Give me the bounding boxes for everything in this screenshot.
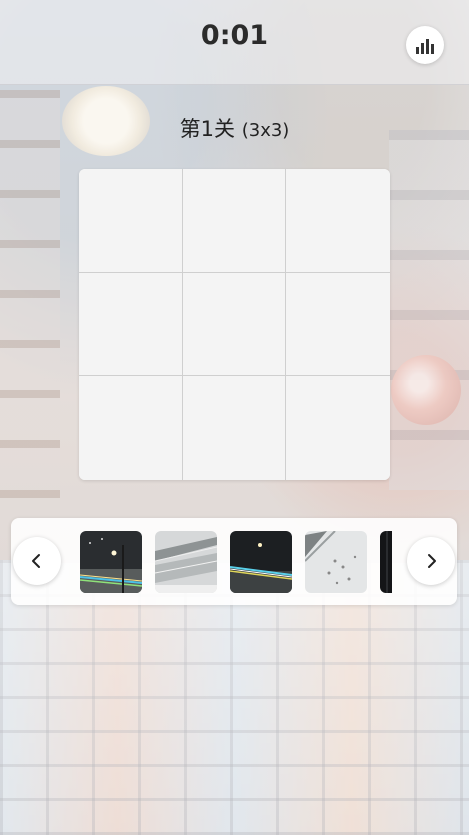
level-title: 第1关 (3x3) [0,113,469,143]
prev-button[interactable] [13,537,61,585]
puzzle-cell-2-2[interactable] [182,272,287,377]
puzzle-cell-2-1[interactable] [79,272,183,377]
puzzle-cell-3-2[interactable] [182,376,287,480]
puzzle-cell-3-3[interactable] [286,376,390,480]
snowy-road-image [155,531,217,593]
night-street-image [80,531,142,593]
thumbnail-night-traffic[interactable] [230,531,292,593]
thumbnail-snowy-footprints[interactable] [305,531,367,593]
thumbnail-track [80,531,392,593]
next-button[interactable] [407,537,455,585]
puzzle-board[interactable] [79,169,390,480]
grid-size-label: (3x3) [241,120,290,141]
puzzle-cell-2-3[interactable] [286,272,390,377]
puzzle-cell-3-1[interactable] [79,376,183,480]
thumbnail-dark[interactable] [380,531,392,593]
puzzle-cell-1-2[interactable] [182,169,287,273]
puzzle-cell-1-3[interactable] [286,169,390,273]
thumbnail-night-street[interactable] [80,531,142,593]
level-label: 第1关 [179,117,236,141]
chevron-right-icon [428,554,436,568]
stats-button[interactable] [406,26,444,64]
snowy-footprints-image [305,531,367,593]
night-traffic-image [230,531,292,593]
bar-chart-icon [416,39,434,54]
thumbnail-snowy-road[interactable] [155,531,217,593]
top-bar: 0:01 [0,0,469,85]
timer: 0:01 [200,20,269,51]
dark-image [380,531,392,593]
image-picker [11,518,457,605]
puzzle-cell-1-1[interactable] [79,169,183,273]
chevron-left-icon [32,554,40,568]
